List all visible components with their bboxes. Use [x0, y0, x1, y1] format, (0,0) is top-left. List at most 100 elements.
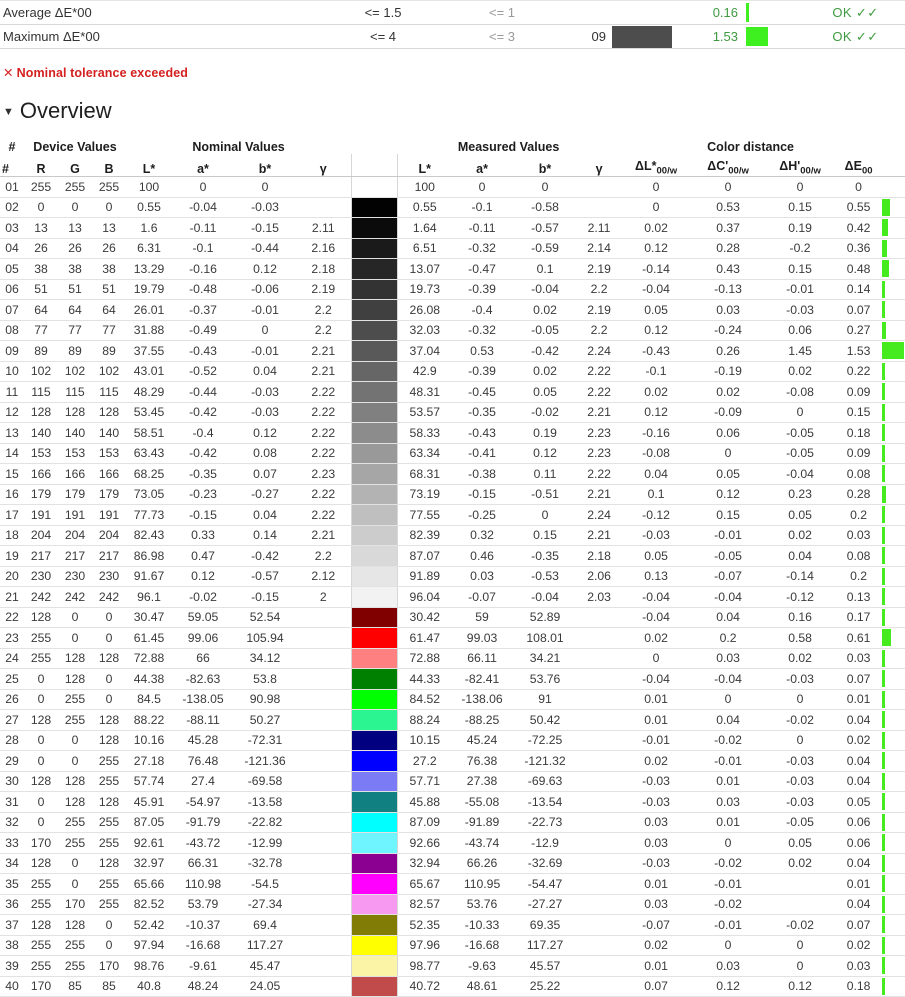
cell-device-b: 115: [92, 381, 127, 403]
table-row[interactable]: 21 242 242 242 96.1 -0.02 -0.15 2 96.04 -0.07 -0.0…: [0, 586, 905, 608]
table-row[interactable]: 15 166 166 166 68.25 -0.35 0.07 2.23 68.31 -0.38 0…: [0, 463, 905, 485]
cell-measured-gamma: 2.23: [578, 443, 621, 464]
cell-measured-bstar: 0.19: [512, 422, 579, 444]
cell-delta-e-bar: [881, 812, 905, 833]
cell-nominal-gamma: [296, 976, 352, 997]
table-row[interactable]: 37 128 128 0 52.42 -10.37 69.4 52.35 -10.33 69.35…: [0, 914, 905, 936]
cell-delta-cprime: -0.04: [692, 586, 765, 608]
cell-measured-gamma: [578, 750, 621, 772]
table-row[interactable]: 13 140 140 140 58.51 -0.4 0.12 2.22 58.33 -0.43 0.…: [0, 422, 905, 444]
cell-measured-bstar: -54.47: [512, 873, 579, 895]
table-row[interactable]: 14 153 153 153 63.43 -0.42 0.08 2.22 63.34 -0.41 0…: [0, 443, 905, 464]
cell-color-swatch: [350, 976, 398, 997]
cell-device-g: 230: [58, 566, 92, 587]
cell-nominal-astar: -0.48: [172, 279, 235, 300]
cell-measured-astar: -0.07: [452, 586, 513, 608]
table-row[interactable]: 10 102 102 102 43.01 -0.52 0.04 2.21 42.9 -0.39 0.…: [0, 361, 905, 382]
cell-nominal-astar: -138.05: [172, 689, 235, 710]
cell-device-r: 170: [24, 832, 58, 854]
cell-device-r: 38: [24, 258, 58, 280]
cell-measured-gamma: [578, 627, 621, 649]
cell-nominal-astar: -43.72: [172, 832, 235, 854]
cell-nominal-bstar: -0.57: [234, 566, 297, 587]
table-row[interactable]: 16 179 179 179 73.05 -0.23 -0.27 2.22 73.19 -0.15…: [0, 484, 905, 505]
cell-device-g: 255: [58, 689, 92, 710]
cell-delta-e: 0.13: [836, 586, 882, 608]
table-row[interactable]: 31 0 128 128 45.91 -54.97 -13.58 45.88 -55.08 -13…: [0, 791, 905, 813]
table-column-header-row: # R G B L* a* b* γ L* a* b* γ ΔL*00/w ΔC…: [0, 154, 905, 177]
cell-idx: 30: [0, 771, 24, 792]
table-row[interactable]: 33 170 255 255 92.61 -43.72 -12.99 92.66 -43.74-…: [0, 832, 905, 854]
cell-measured-lstar: 73.19: [397, 484, 453, 505]
cell-nominal-gamma: 2.22: [296, 422, 352, 444]
cell-device-r: 128: [24, 771, 58, 792]
cell-delta-hprime: 0.23: [764, 484, 837, 505]
cell-device-b: 255: [92, 176, 127, 198]
delta-e-bar-fill: [882, 383, 886, 400]
cell-nominal-gamma: 2.21: [296, 340, 352, 362]
table-row[interactable]: 23 255 0 0 61.45 99.06 105.94 61.47 99.03 108.01 0…: [0, 627, 905, 649]
table-row[interactable]: 02 0 0 0 0.55 -0.04 -0.03 0.55 -0.1 -0.58 0 0.53 0.1…: [0, 197, 905, 218]
table-row[interactable]: 30 128 128 255 57.74 27.4 -69.58 57.71 27.38 -69.…: [0, 771, 905, 792]
cell-nominal-gamma: [296, 668, 352, 690]
table-row[interactable]: 36 255 170 255 82.52 53.79 -27.34 82.57 53.76 -27…: [0, 894, 905, 915]
delta-e-bar-fill: [882, 567, 886, 585]
cell-nominal-astar: 66: [172, 648, 235, 669]
cell-color-swatch: [350, 258, 398, 280]
table-row[interactable]: 06 51 51 51 19.79 -0.48 -0.06 2.19 19.73 -0.39 -0.…: [0, 279, 905, 300]
table-row[interactable]: 29 0 0 255 27.18 76.48 -121.36 27.2 76.38 -121.32…: [0, 750, 905, 772]
table-row[interactable]: 17 191 191 191 77.73 -0.15 0.04 2.22 77.55 -0.25 0…: [0, 504, 905, 526]
cell-nominal-lstar: 68.25: [126, 463, 173, 485]
table-row[interactable]: 12 128 128 128 53.45 -0.42 -0.03 2.22 53.57 -0.35…: [0, 402, 905, 423]
cell-measured-astar: 53.76: [452, 894, 513, 915]
cell-delta-hprime: 0: [764, 402, 837, 423]
table-row[interactable]: 08 77 77 77 31.88 -0.49 0 2.2 32.03 -0.32 -0.05 2.2…: [0, 320, 905, 341]
cell-idx: 14: [0, 443, 24, 464]
cell-delta-lstar: 0.05: [620, 545, 693, 567]
cell-measured-gamma: [578, 648, 621, 669]
table-row[interactable]: 09 89 89 89 37.55 -0.43 -0.01 2.21 37.04 0.53 -0.4…: [0, 340, 905, 362]
table-row[interactable]: 07 64 64 64 26.01 -0.37 -0.01 2.2 26.08 -0.4 0.02 2…: [0, 299, 905, 321]
table-row[interactable]: 11 115 115 115 48.29 -0.44 -0.03 2.22 48.31 -0.45…: [0, 381, 905, 403]
cell-nominal-astar: 110.98: [172, 873, 235, 895]
table-row[interactable]: 39 255 255 170 98.76 -9.61 45.47 98.77 -9.63 45.5…: [0, 955, 905, 977]
cell-device-r: 13: [24, 217, 58, 239]
cell-delta-cprime: 0.01: [692, 812, 765, 833]
cell-idx: 37: [0, 914, 24, 936]
table-row[interactable]: 34 128 0 128 32.97 66.31 -32.78 32.94 66.26 -32.6…: [0, 853, 905, 874]
cell-idx: 27: [0, 709, 24, 731]
table-row[interactable]: 18 204 204 204 82.43 0.33 0.14 2.21 82.39 0.32 0.1…: [0, 525, 905, 546]
cell-measured-astar: 0.53: [452, 340, 513, 362]
table-row[interactable]: 04 26 26 26 6.31 -0.1 -0.44 2.16 6.51 -0.32 -0.59 2…: [0, 238, 905, 259]
cell-color-swatch: [350, 525, 398, 546]
table-row[interactable]: 05 38 38 38 13.29 -0.16 0.12 2.18 13.07 -0.47 0.1 2…: [0, 258, 905, 280]
table-row[interactable]: 03 13 13 13 1.6 -0.11 -0.15 2.11 1.64 -0.11 -0.57 2…: [0, 217, 905, 239]
table-row[interactable]: 20 230 230 230 91.67 0.12 -0.57 2.12 91.89 0.03 -0…: [0, 566, 905, 587]
table-row[interactable]: 22 128 0 0 30.47 59.05 52.54 30.42 59 52.89 -0.04 0…: [0, 607, 905, 628]
table-row[interactable]: 35 255 0 255 65.66 110.98 -54.5 65.67 110.95 -54.…: [0, 873, 905, 895]
table-row[interactable]: 38 255 255 0 97.94 -16.68 117.27 97.96 -16.68 117…: [0, 935, 905, 956]
table-row[interactable]: 28 0 0 128 10.16 45.28 -72.31 10.15 45.24 -72.25-…: [0, 730, 905, 751]
table-row[interactable]: 32 0 255 255 87.05 -91.79 -22.82 87.09 -91.89 -22…: [0, 812, 905, 833]
table-row[interactable]: 26 0 255 0 84.5 -138.05 90.98 84.52 -138.06 91 0.0…: [0, 689, 905, 710]
cell-nominal-gamma: [296, 853, 352, 874]
table-row[interactable]: 40 170 85 85 40.8 48.24 24.05 40.72 48.61 25.22 0.…: [0, 976, 905, 997]
delta-e-bar-fill: [882, 485, 887, 503]
cell-delta-hprime: -0.01: [764, 279, 837, 300]
table-row[interactable]: 01 255 255 255 100 0 0 100 0 0 0 0 0 0: [0, 176, 905, 198]
cell-delta-cprime: 0.12: [692, 484, 765, 505]
cell-delta-e: 0.09: [836, 443, 882, 464]
cell-measured-gamma: 2.23: [578, 422, 621, 444]
table-row[interactable]: 19 217 217 217 86.98 0.47 -0.42 2.2 87.07 0.46 -0.…: [0, 545, 905, 567]
caret-down-icon[interactable]: ▼: [3, 106, 14, 118]
cell-delta-e-bar: [881, 771, 905, 792]
cell-delta-e-bar: [881, 750, 905, 772]
table-row[interactable]: 27 128 255 128 88.22 -88.11 50.27 88.24 -88.25 50…: [0, 709, 905, 731]
cell-measured-gamma: 2.21: [578, 525, 621, 546]
table-row[interactable]: 25 0 128 0 44.38 -82.63 53.8 44.33 -82.41 53.76 -0…: [0, 668, 905, 690]
table-row[interactable]: 24 255 128 128 72.88 66 34.12 72.88 66.11 34.21 0 0…: [0, 648, 905, 669]
cell-idx: 24: [0, 648, 24, 669]
cell-delta-cprime: 0.02: [692, 381, 765, 403]
overview-section-header[interactable]: ▼ Overview: [3, 98, 905, 124]
col-header-index: #: [0, 154, 24, 177]
